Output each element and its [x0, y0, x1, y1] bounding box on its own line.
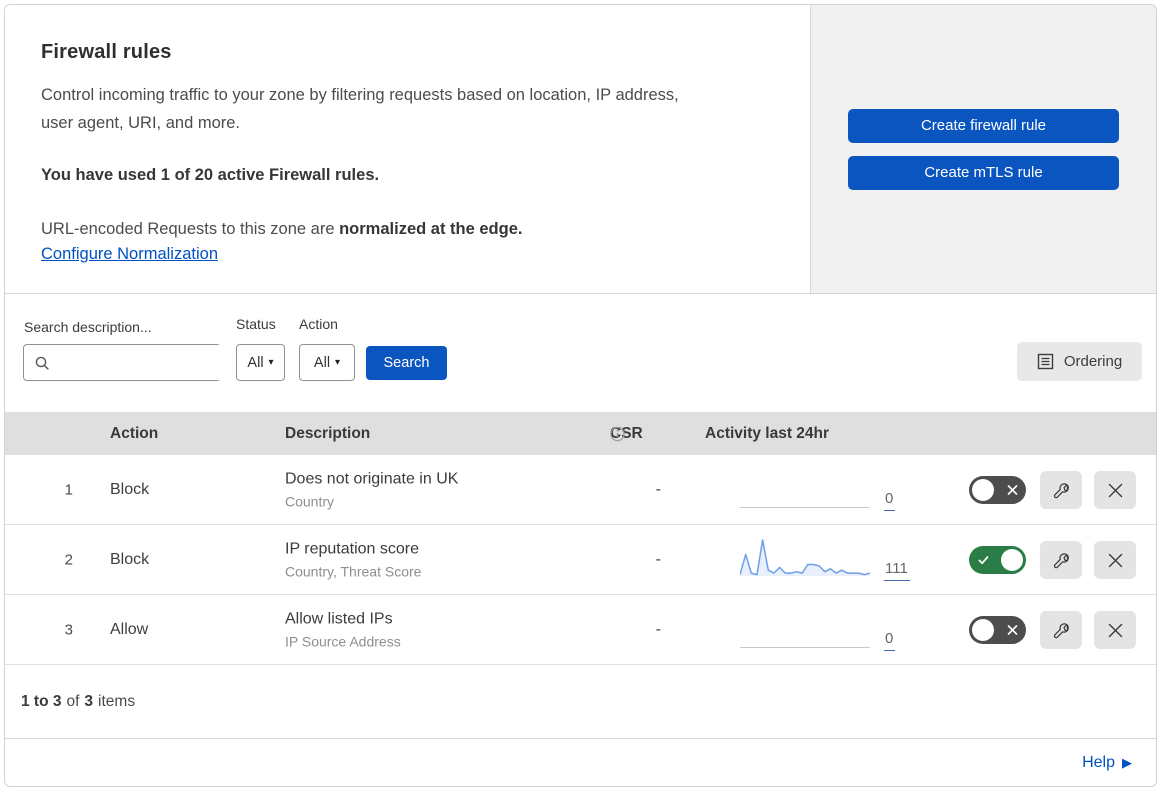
rule-enabled-toggle[interactable]	[969, 616, 1026, 644]
delete-rule-button[interactable]	[1094, 611, 1136, 649]
activity-count-link[interactable]: 111	[884, 560, 910, 581]
create-mtls-rule-button[interactable]: Create mTLS rule	[848, 155, 1119, 190]
search-input-wrapper	[23, 344, 239, 381]
items-label: items	[98, 692, 136, 710]
rule-csr-value: -	[655, 550, 661, 568]
delete-rule-button[interactable]	[1094, 541, 1136, 579]
usage-summary: You have used 1 of 20 active Firewall ru…	[41, 166, 380, 184]
edit-rule-button[interactable]	[1040, 471, 1082, 509]
status-label: Status	[236, 316, 276, 332]
toggle-knob	[972, 619, 994, 641]
help-link[interactable]: Help ▶	[1082, 754, 1132, 772]
rule-action: Block	[110, 480, 150, 498]
table-row: 1 Block Does not originate in UK Country…	[5, 455, 1156, 525]
rule-description: IP reputation score Country, Threat Scor…	[285, 540, 421, 579]
close-icon	[1107, 622, 1124, 639]
rule-enabled-toggle[interactable]	[969, 476, 1026, 504]
close-icon	[1107, 482, 1124, 499]
rule-priority: 2	[64, 551, 73, 568]
page-description: Control incoming traffic to your zone by…	[41, 81, 770, 137]
description-line-2: user agent, URI, and more.	[41, 114, 241, 132]
rule-csr-value: -	[655, 620, 661, 638]
configure-normalization-link[interactable]: Configure Normalization	[41, 245, 218, 263]
items-total: 3	[84, 692, 94, 710]
rule-priority: 1	[64, 481, 73, 498]
delete-rule-button[interactable]	[1094, 471, 1136, 509]
action-dropdown-value: All	[313, 354, 331, 371]
rule-action: Block	[110, 550, 150, 568]
activity-flatline	[740, 507, 870, 508]
wrench-icon	[1052, 551, 1071, 570]
description-line-1: Control incoming traffic to your zone by…	[41, 86, 679, 104]
page-title: Firewall rules	[41, 41, 172, 63]
table-footer: 1 to 3 of 3 items	[5, 665, 1156, 739]
filter-bar: Search description... Status Action All …	[5, 294, 1156, 412]
action-dropdown[interactable]: All ▾	[299, 344, 355, 381]
ordering-list-icon	[1037, 353, 1054, 370]
x-icon	[1007, 485, 1018, 496]
status-dropdown-value: All	[247, 354, 264, 371]
rule-enabled-toggle[interactable]	[969, 546, 1026, 574]
info-icon[interactable]	[610, 426, 625, 441]
x-icon	[1007, 625, 1018, 636]
activity-count-link[interactable]: 0	[884, 490, 896, 511]
close-icon	[1107, 552, 1124, 569]
create-firewall-rule-button[interactable]: Create firewall rule	[848, 108, 1119, 143]
rule-description-title: Does not originate in UK	[285, 470, 459, 487]
table-row: 3 Allow Allow listed IPs IP Source Addre…	[5, 595, 1156, 665]
rule-csr-value: -	[655, 480, 661, 498]
toggle-knob	[972, 479, 994, 501]
actions-panel: Create firewall rule Create mTLS rule	[811, 5, 1156, 293]
chevron-down-icon: ▾	[268, 356, 274, 368]
wrench-icon	[1052, 621, 1071, 640]
activity-sparkline	[740, 602, 870, 648]
toggle-knob	[1001, 549, 1023, 571]
rule-description-title: IP reputation score	[285, 540, 420, 557]
rule-description-fields: IP Source Address	[285, 633, 401, 649]
normalization-bold: normalized at the edge.	[339, 220, 523, 238]
rule-description-fields: Country, Threat Score	[285, 563, 422, 579]
edit-rule-button[interactable]	[1040, 541, 1082, 579]
ordering-button-label: Ordering	[1063, 353, 1123, 370]
activity-sparkline	[740, 462, 870, 508]
items-of-label: of	[66, 692, 80, 710]
help-link-label: Help	[1082, 753, 1115, 771]
rule-description-title: Allow listed IPs	[285, 610, 393, 627]
search-button[interactable]: Search	[366, 346, 447, 380]
check-icon	[977, 554, 990, 567]
column-header-activity: Activity last 24hr	[705, 424, 830, 442]
items-range: 1 to 3	[21, 692, 62, 710]
top-section: Firewall rules Control incoming traffic …	[5, 5, 1156, 294]
edit-rule-button[interactable]	[1040, 611, 1082, 649]
ordering-button[interactable]: Ordering	[1017, 342, 1142, 381]
help-bar: Help ▶	[5, 739, 1156, 786]
activity-count-link[interactable]: 0	[884, 630, 896, 651]
rule-description: Allow listed IPs IP Source Address	[285, 610, 401, 649]
chevron-down-icon: ▾	[335, 356, 341, 368]
action-label: Action	[299, 316, 338, 332]
table-row: 2 Block IP reputation score Country, Thr…	[5, 525, 1156, 595]
rule-priority: 3	[64, 621, 73, 638]
wrench-icon	[1052, 481, 1071, 500]
search-icon	[34, 355, 50, 371]
firewall-rules-card: Firewall rules Control incoming traffic …	[4, 4, 1157, 787]
rule-description-fields: Country	[285, 493, 335, 509]
search-input[interactable]	[58, 345, 239, 380]
rule-description: Does not originate in UK Country	[285, 470, 458, 509]
column-header-action: Action	[110, 424, 159, 442]
activity-flatline	[740, 647, 870, 648]
intro-panel: Firewall rules Control incoming traffic …	[5, 5, 811, 293]
column-header-description: Description	[285, 424, 371, 442]
search-label: Search description...	[24, 319, 152, 335]
rule-action: Allow	[110, 620, 149, 638]
activity-sparkline	[740, 532, 870, 578]
status-dropdown[interactable]: All ▾	[236, 344, 285, 381]
table-header: Action Description CSR Activity last 24h…	[5, 412, 1156, 455]
normalization-text: URL-encoded Requests to this zone are no…	[41, 215, 770, 243]
normalization-prefix: URL-encoded Requests to this zone are	[41, 220, 340, 238]
chevron-right-icon: ▶	[1122, 754, 1132, 770]
